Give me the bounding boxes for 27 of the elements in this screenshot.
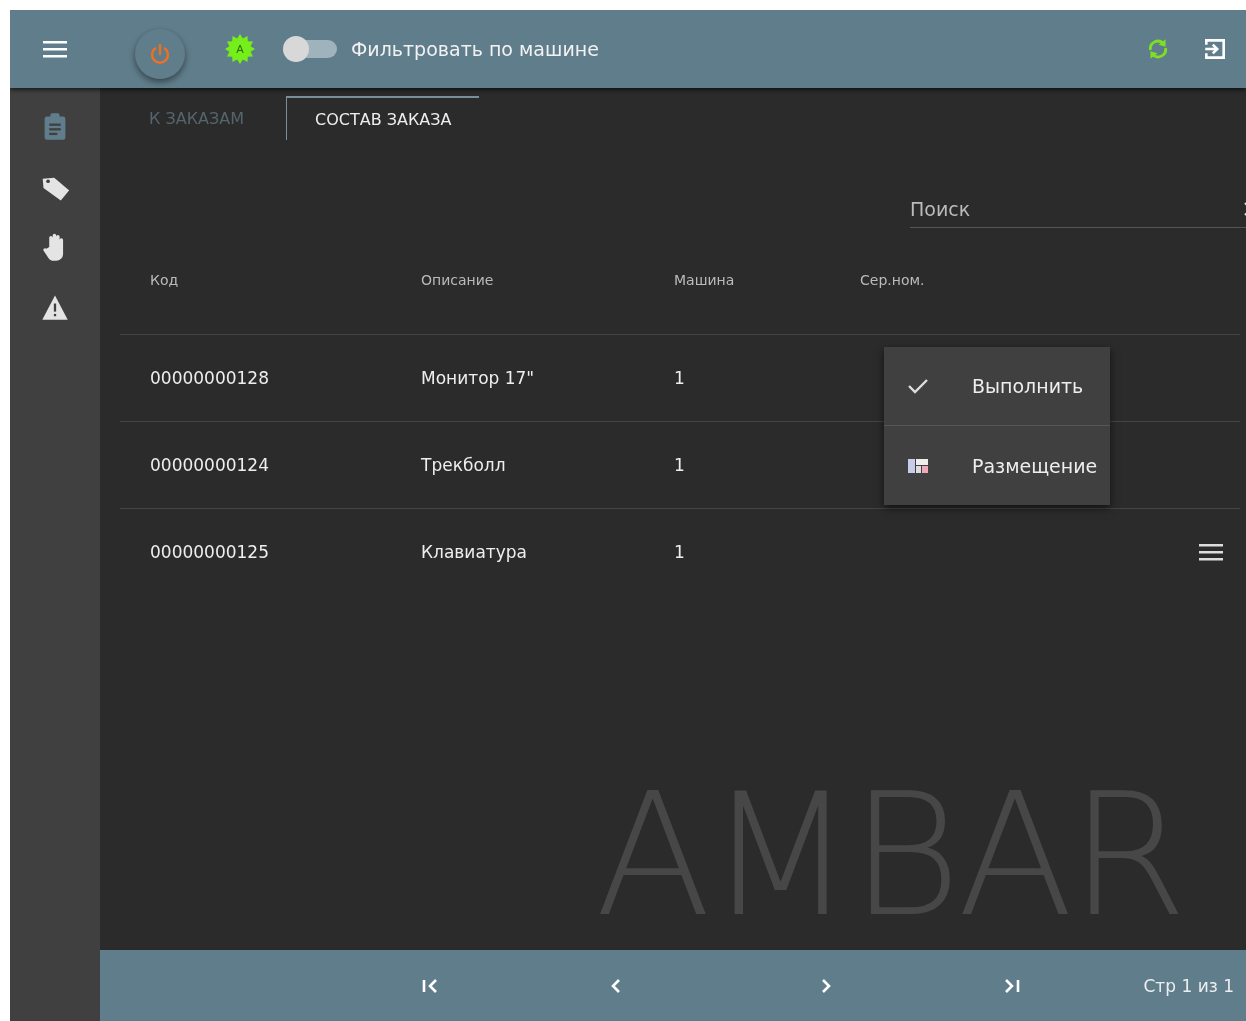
menu-item[interactable]: Выполнить: [884, 347, 1110, 426]
table-cell-text: 1: [674, 455, 686, 475]
tab[interactable]: СОСТАВ ЗАКАЗА: [286, 96, 480, 140]
row-menu-button[interactable]: [1199, 542, 1223, 562]
table-cell-text: Клавиатура: [421, 542, 528, 562]
menu-item[interactable]: Размещение: [884, 426, 1110, 505]
column-header: Описание: [421, 272, 495, 288]
table-cell-text: 00000000124: [150, 455, 270, 475]
filter-toggle[interactable]: [283, 36, 337, 62]
power-button[interactable]: [135, 29, 185, 79]
column-header: Машина: [674, 272, 736, 288]
menu-icon: [1199, 542, 1223, 562]
page-status: Стр 1 из 1: [1143, 975, 1234, 996]
table-cell-text: Монитор 17": [421, 368, 536, 388]
table-cell-text: 1: [674, 368, 686, 388]
power-icon: [148, 42, 172, 66]
table-cell-text: 00000000125: [150, 542, 270, 562]
status-badge: A: [225, 34, 255, 64]
exit-icon[interactable]: [1202, 36, 1228, 62]
toggle-label: Фильтровать по машине: [351, 38, 599, 60]
table-cell-text: 00000000128: [150, 368, 270, 388]
table-cell-text: Трекболл: [421, 455, 507, 475]
table-cell-text: 1: [674, 542, 686, 562]
menu-icon[interactable]: [43, 39, 67, 59]
column-header: Сер.ном.: [860, 272, 926, 288]
column-header: Код: [150, 272, 180, 288]
search-field[interactable]: Поиск: [910, 190, 1244, 227]
